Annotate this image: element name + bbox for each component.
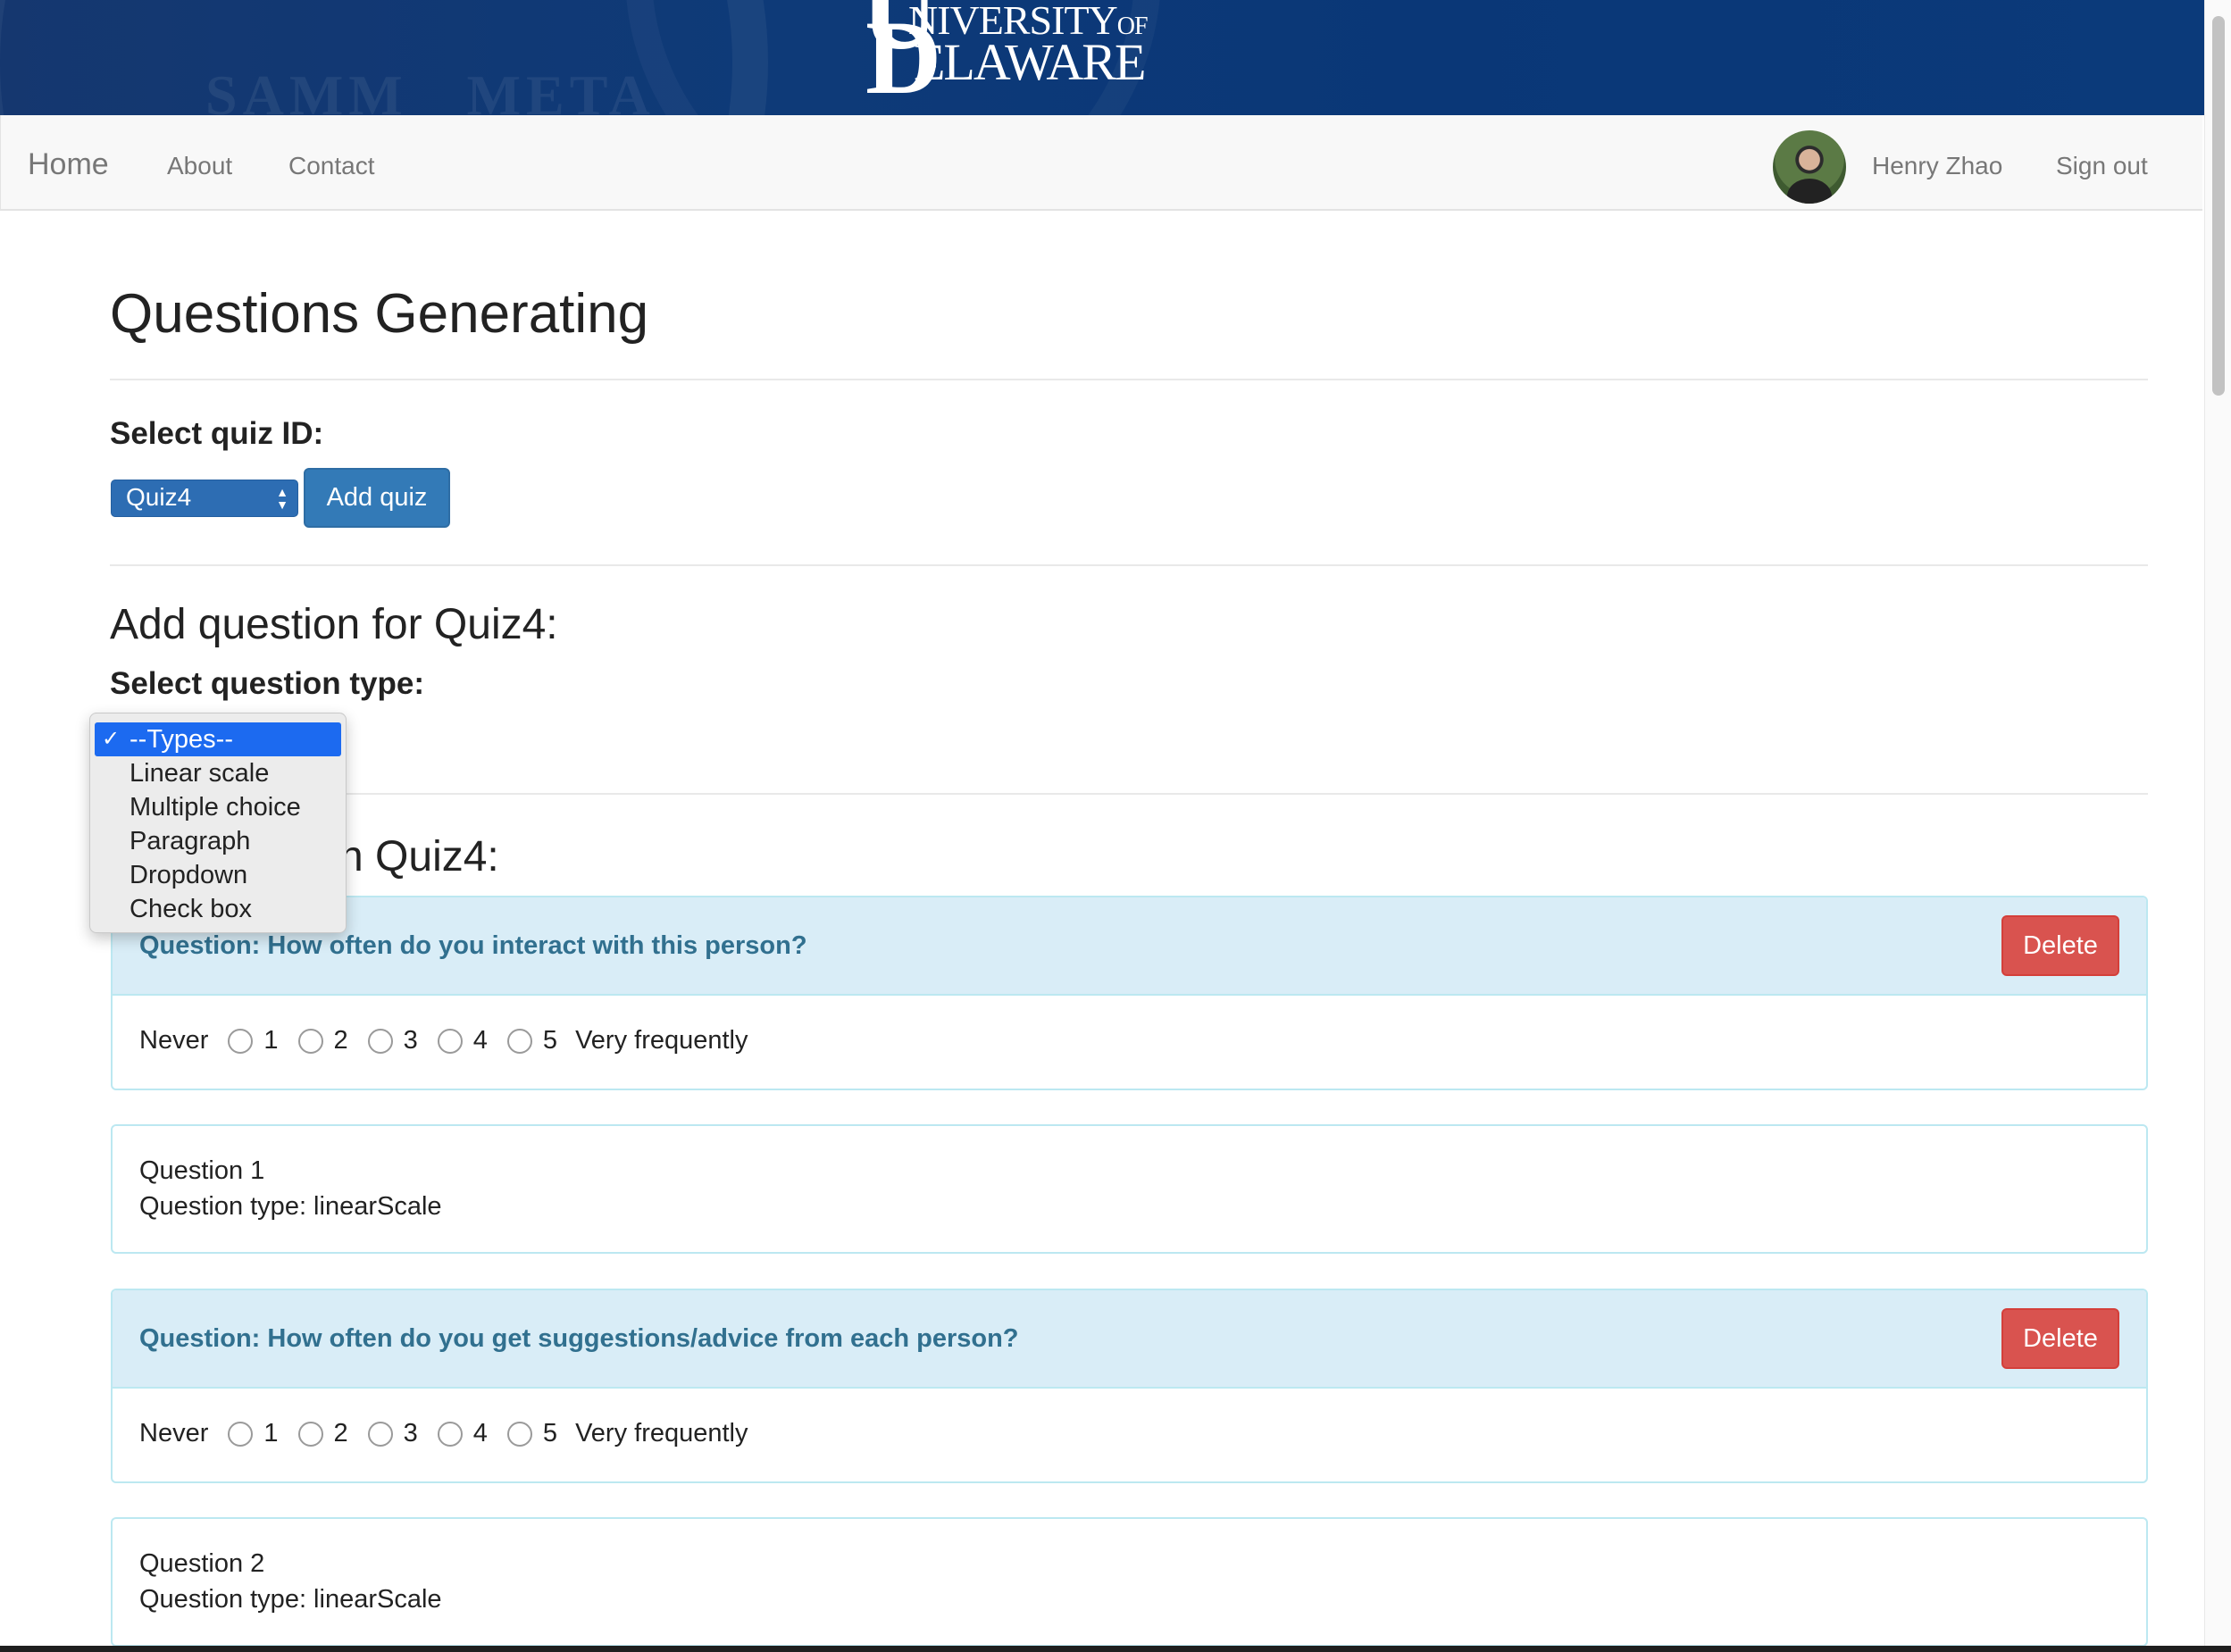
- linear-scale: Never 1 2 3 4 5 Very frequently: [139, 1026, 748, 1055]
- scale-point-label: 2: [333, 1026, 348, 1055]
- nav-about-link[interactable]: About: [167, 152, 232, 180]
- scale-point-label: 5: [542, 1026, 558, 1055]
- question-text: Question: How often do you get suggestio…: [139, 1324, 1019, 1353]
- divider: [110, 793, 2148, 795]
- dropdown-option-selected[interactable]: ✓ --Types--: [95, 722, 341, 756]
- scale-point-label: 1: [263, 1026, 279, 1055]
- dropdown-option-linear-scale[interactable]: Linear scale: [90, 756, 346, 790]
- question-type: Question type: linearScale: [139, 1585, 442, 1614]
- question-panel-body: Never 1 2 3 4 5 Very frequently: [113, 996, 2146, 1089]
- top-navbar: Home About Contact Henry Zhao Sign out: [0, 115, 2202, 211]
- divider: [110, 564, 2148, 566]
- add-quiz-button[interactable]: Add quiz: [304, 468, 450, 528]
- user-avatar[interactable]: [1773, 130, 1846, 204]
- university-logo[interactable]: U D NIVERSITYOF ELAWARE: [862, 0, 1149, 111]
- scale-point-label: 5: [542, 1419, 558, 1448]
- question-number: Question 2: [139, 1549, 265, 1578]
- question-panel: Question: How often do you get suggestio…: [111, 1289, 2148, 1483]
- question-info-box: Question 1 Question type: linearScale: [111, 1124, 2148, 1254]
- scale-point-label: 3: [403, 1419, 418, 1448]
- scale-radio-2[interactable]: [297, 1421, 323, 1447]
- scale-point-label: 1: [263, 1419, 279, 1448]
- university-banner: SAMM META U D NIVERSITYOF ELAWARE: [0, 0, 2204, 115]
- scale-radio-5[interactable]: [506, 1028, 532, 1054]
- vertical-scrollbar[interactable]: [2204, 0, 2231, 1652]
- dropdown-option-label: --Types--: [130, 725, 233, 754]
- questions-heading: n Quiz4:: [339, 833, 499, 880]
- user-name[interactable]: Henry Zhao: [1872, 152, 2002, 180]
- nav-contact-link[interactable]: Contact: [288, 152, 375, 180]
- scale-point-label: 3: [403, 1026, 418, 1055]
- select-type-label: Select question type:: [110, 666, 425, 701]
- linear-scale: Never 1 2 3 4 5 Very frequently: [139, 1419, 748, 1448]
- add-question-heading: Add question for Quiz4:: [110, 601, 558, 648]
- question-panel-heading: Question: How often do you get suggestio…: [113, 1290, 2146, 1389]
- scale-point-label: 2: [333, 1419, 348, 1448]
- scale-radio-1[interactable]: [228, 1421, 254, 1447]
- quiz-id-select[interactable]: Quiz4 ▲ ▼: [111, 480, 298, 517]
- select-arrows-icon: ▲ ▼: [276, 485, 288, 512]
- dropdown-option-multiple-choice[interactable]: Multiple choice: [90, 790, 346, 824]
- scale-high-label: Very frequently: [575, 1026, 748, 1055]
- question-panel-heading: Question: How often do you interact with…: [113, 897, 2146, 996]
- scale-low-label: Never: [139, 1419, 209, 1448]
- dropdown-option-paragraph[interactable]: Paragraph: [90, 824, 346, 858]
- delete-question-button[interactable]: Delete: [2001, 915, 2119, 976]
- dropdown-option-dropdown[interactable]: Dropdown: [90, 858, 346, 892]
- quiz-select-value: Quiz4: [126, 483, 192, 511]
- scale-radio-1[interactable]: [228, 1028, 254, 1054]
- question-info-box: Question 2 Question type: linearScale: [111, 1517, 2148, 1647]
- checkmark-icon: ✓: [102, 727, 121, 751]
- delete-question-button[interactable]: Delete: [2001, 1308, 2119, 1369]
- dropdown-option-check-box[interactable]: Check box: [90, 892, 346, 926]
- scale-radio-4[interactable]: [437, 1421, 463, 1447]
- scale-point-label: 4: [472, 1026, 488, 1055]
- nav-home-link[interactable]: Home: [28, 147, 109, 182]
- scale-radio-2[interactable]: [297, 1028, 323, 1054]
- page-title: Questions Generating: [110, 283, 649, 345]
- scale-high-label: Very frequently: [575, 1419, 748, 1448]
- window-bottom-edge: [0, 1646, 2231, 1652]
- scale-radio-5[interactable]: [506, 1421, 532, 1447]
- question-number: Question 1: [139, 1156, 265, 1185]
- scale-low-label: Never: [139, 1026, 209, 1055]
- scrollbar-thumb[interactable]: [2212, 16, 2225, 396]
- logo-text-bottom: ELAWARE: [914, 33, 1146, 91]
- seal-watermark-text: SAMM META: [205, 63, 656, 115]
- scale-radio-4[interactable]: [437, 1028, 463, 1054]
- question-text: Question: How often do you interact with…: [139, 931, 807, 960]
- question-panel: Question: How often do you interact with…: [111, 896, 2148, 1090]
- scale-radio-3[interactable]: [367, 1028, 393, 1054]
- question-panel-body: Never 1 2 3 4 5 Very frequently: [113, 1389, 2146, 1481]
- scale-radio-3[interactable]: [367, 1421, 393, 1447]
- scale-point-label: 4: [472, 1419, 488, 1448]
- sign-out-link[interactable]: Sign out: [2056, 152, 2148, 180]
- question-type-dropdown[interactable]: ✓ --Types-- Linear scale Multiple choice…: [89, 713, 347, 933]
- divider: [110, 379, 2148, 380]
- question-type: Question type: linearScale: [139, 1192, 442, 1221]
- select-quiz-label: Select quiz ID:: [110, 416, 324, 451]
